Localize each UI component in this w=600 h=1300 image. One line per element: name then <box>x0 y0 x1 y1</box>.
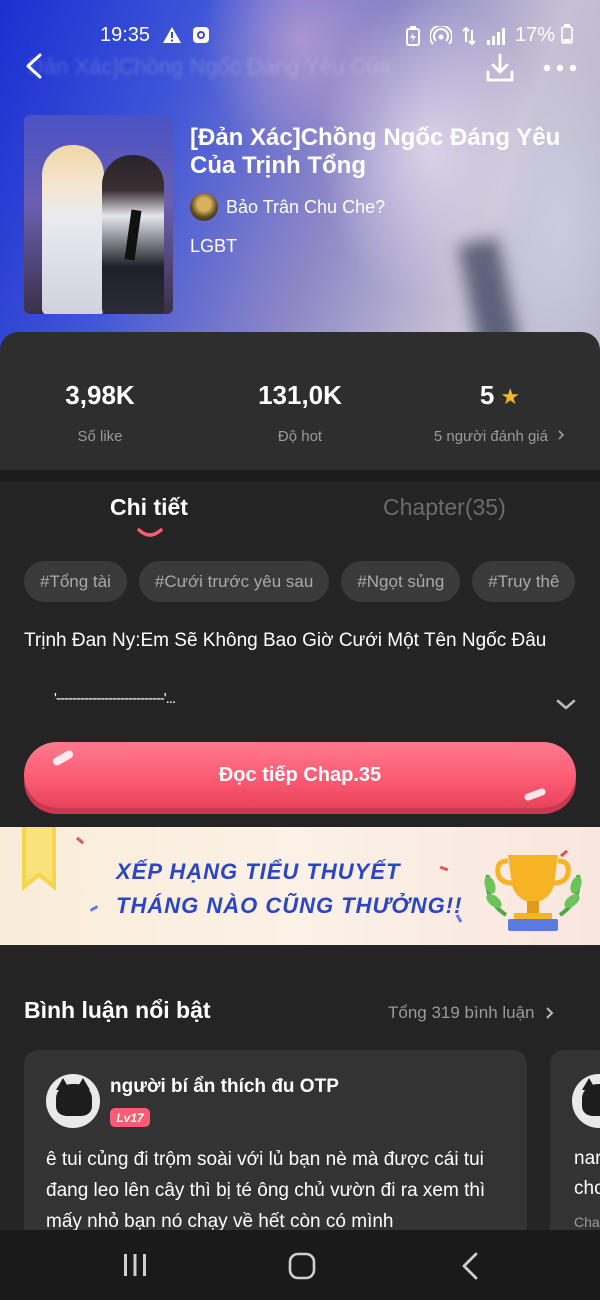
recent-apps-button[interactable] <box>122 1252 148 1283</box>
banner-line-1: XẾP HẠNG TIỂU THUYẾT <box>116 859 401 884</box>
author-avatar <box>190 193 218 221</box>
status-left-icons <box>162 26 210 44</box>
tag-chip[interactable]: #Tổng tài <box>24 561 127 602</box>
all-comments-link[interactable]: Tổng 319 bình luận <box>388 1003 555 1023</box>
tag-chip[interactable]: #Truy thê <box>472 561 576 602</box>
tab-chapter[interactable]: Chapter(35) <box>383 494 506 521</box>
rating-label: 5 người đánh giá <box>433 428 548 445</box>
confetti <box>75 836 85 845</box>
comment-peek-text: cho <box>574 1178 600 1199</box>
ranking-banner[interactable]: XẾP HẠNG TIỂU THUYẾT THÁNG NÀO CŨNG THƯỞ… <box>0 827 600 945</box>
download-icon <box>486 53 514 82</box>
likes-value: 3,98K <box>65 380 135 410</box>
hot-value: 131,0K <box>258 380 342 410</box>
author-link[interactable]: Bảo Trân Chu Che? <box>190 193 385 221</box>
home-icon <box>288 1252 316 1280</box>
comment-peek-chapter: Cha <box>574 1214 600 1230</box>
story-description: Trịnh Đan Ny:Em Sẽ Không Bao Giờ Cưới Mộ… <box>24 630 547 651</box>
comments-total-label: Tổng 319 bình luận <box>388 1003 535 1022</box>
notification-icon <box>193 27 209 43</box>
signal-icon <box>487 28 505 45</box>
cover-figure-left <box>42 145 104 314</box>
avatar-cat-figure <box>56 1084 92 1116</box>
continue-reading-label: Đọc tiếp Chap.35 <box>218 763 382 786</box>
data-icon <box>462 26 476 46</box>
button-highlight <box>523 787 547 802</box>
hot-label: Độ hot <box>277 428 323 445</box>
rating-label-row: 5 người đánh giá <box>400 428 600 445</box>
stat-hot: 131,0K Độ hot <box>200 380 400 445</box>
chevron-right-icon <box>558 430 565 440</box>
rating-value: 5 <box>479 380 495 410</box>
tag-chip[interactable]: #Ngọt sủng <box>341 561 461 602</box>
author-name: Bảo Trân Chu Che? <box>226 196 386 217</box>
story-description-extra: '---------------------------'... <box>54 690 176 707</box>
chevron-down-icon <box>556 699 576 710</box>
tag-chip[interactable]: #Cưới trước yêu sau <box>138 561 330 602</box>
hero-ghost-title: Đản Xác]Chồng Ngốc Đáng Yêu Của <box>28 54 391 79</box>
tab-active-indicator <box>137 528 163 537</box>
tab-detail[interactable]: Chi tiết <box>110 494 188 521</box>
battery-percent: 17% <box>515 24 573 47</box>
back-button[interactable] <box>22 52 46 80</box>
button-highlight <box>51 749 75 767</box>
confetti <box>89 905 99 912</box>
stat-likes: 3,98K Số like <box>0 380 200 445</box>
status-time: 19:35 <box>100 24 151 46</box>
banner-text: XẾP HẠNG TIỂU THUYẾT THÁNG NÀO CŨNG THƯỞ… <box>116 855 462 923</box>
battery-text: 17% <box>515 24 556 46</box>
tag-list: #Tổng tài #Cưới trước yêu sau #Ngọt sủng… <box>24 561 600 603</box>
avatar[interactable] <box>46 1074 100 1128</box>
level-badge: Lv17 <box>110 1108 150 1127</box>
system-navigation-bar <box>0 1230 600 1300</box>
story-title: [Đản Xác]Chồng Ngốc Đáng Yêu Của Trịnh T… <box>190 124 561 179</box>
comment-peek-text: nar <box>574 1148 600 1169</box>
recent-apps-icon <box>124 1254 146 1276</box>
more-dots-icon <box>543 64 577 72</box>
banner-line-2: THÁNG NÀO CŨNG THƯỞNG!! <box>116 893 463 918</box>
bookmark-ribbon-icon <box>22 827 56 891</box>
story-genre: LGBT <box>190 236 238 256</box>
star-icon: ★ <box>500 384 521 409</box>
continue-reading-button[interactable]: Đọc tiếp Chap.35 <box>24 742 576 808</box>
comment-text: ê tui củng đi trộm soài với lủ bạn nè mà… <box>46 1149 486 1230</box>
status-bar: 19:35 17% <box>0 20 600 50</box>
download-button[interactable] <box>484 52 516 84</box>
battery-icon <box>560 24 573 44</box>
chevron-left-icon <box>26 53 42 79</box>
stat-rating[interactable]: 5 ★ 5 người đánh giá <box>400 380 600 445</box>
back-arrow-icon <box>462 1252 478 1280</box>
battery-saver-icon <box>406 26 420 46</box>
section-divider <box>0 470 600 482</box>
story-cover-image <box>24 115 173 314</box>
likes-label: Số like <box>77 428 123 445</box>
more-options-button[interactable] <box>543 58 577 78</box>
home-button[interactable] <box>288 1252 316 1285</box>
avatar-cat-figure <box>582 1084 600 1116</box>
comments-section-title: Bình luận nổi bật <box>24 997 211 1023</box>
warning-icon <box>163 27 181 43</box>
status-right-icons <box>406 26 506 46</box>
commenter-name[interactable]: người bí ẩn thích đu OTP <box>110 1076 339 1098</box>
hotspot-icon <box>430 26 452 45</box>
expand-description-button[interactable] <box>554 695 578 713</box>
trophy-icon <box>484 855 582 931</box>
rating-value-row: 5 ★ <box>400 380 600 414</box>
back-nav-button[interactable] <box>460 1252 480 1285</box>
chevron-right-icon <box>545 1007 553 1019</box>
